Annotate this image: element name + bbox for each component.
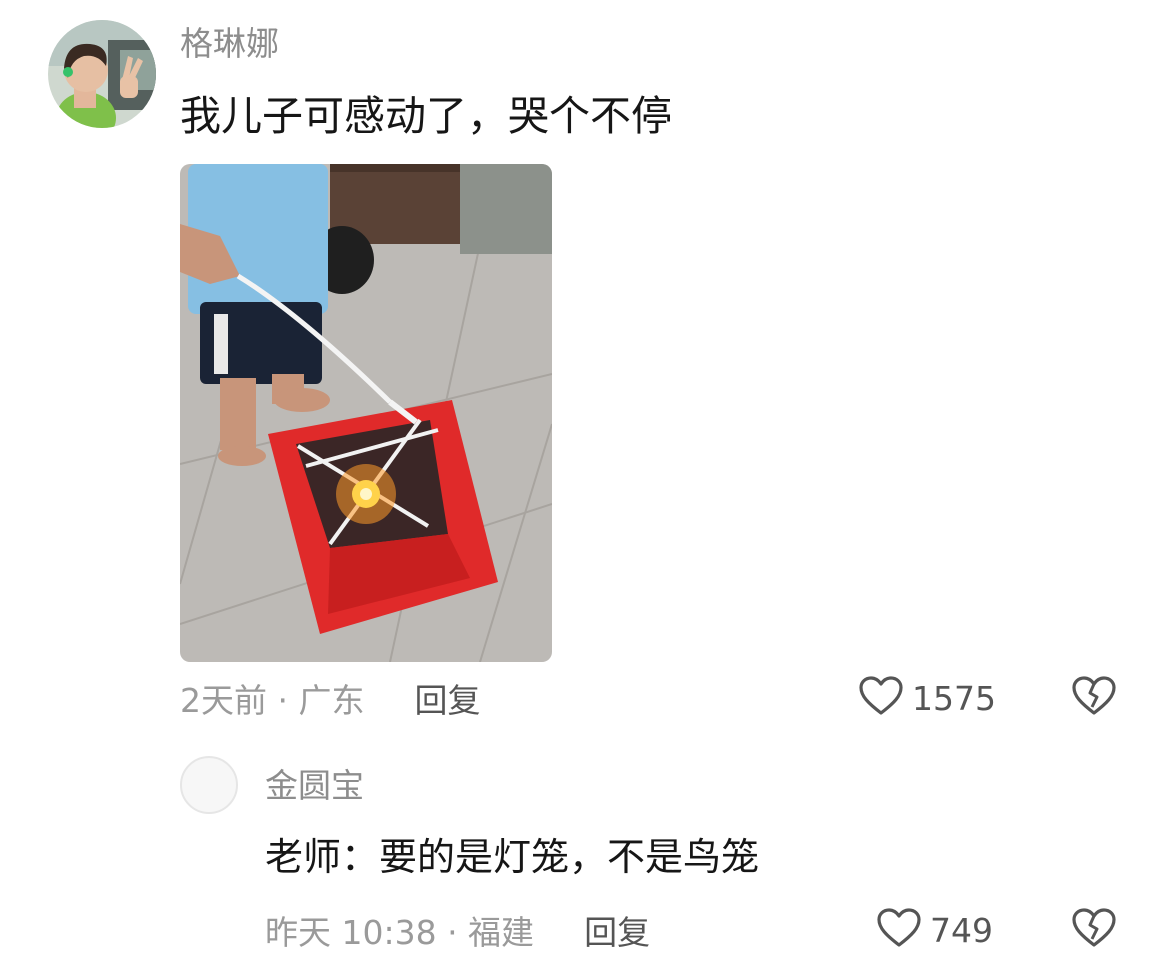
comment-text: 我儿子可感动了，哭个不停: [180, 92, 672, 140]
comment-meta: 2天前 · 广东 回复: [180, 674, 480, 722]
reply-like-button[interactable]: 749: [876, 906, 993, 954]
reply-user-avatar[interactable]: [180, 756, 238, 814]
reply-meta: 昨天 10:38 · 福建 回复: [265, 906, 650, 954]
like-button[interactable]: 1575: [858, 674, 996, 722]
lantern-photo-image: [180, 164, 552, 662]
reply-time-location: 昨天 10:38 · 福建: [265, 913, 535, 952]
reply-like-count: 749: [930, 910, 993, 950]
reply-text: 老师：要的是灯笼，不是鸟笼: [265, 835, 760, 879]
comment-image[interactable]: [180, 164, 552, 662]
reply-button[interactable]: 回复: [414, 674, 480, 722]
reply-dislike-button[interactable]: [1070, 906, 1118, 954]
comment-username[interactable]: 格琳娜: [180, 20, 279, 68]
comment-time-location: 2天前 · 广东: [180, 681, 365, 720]
like-count: 1575: [912, 678, 996, 718]
heart-outline-icon: [876, 907, 922, 953]
reply-reply-button[interactable]: 回复: [584, 906, 650, 954]
heart-outline-icon: [858, 675, 904, 721]
avatar-photo: [48, 20, 156, 128]
dislike-button[interactable]: [1070, 674, 1118, 722]
broken-heart-icon: [1071, 907, 1117, 953]
user-avatar[interactable]: [48, 20, 156, 128]
reply-username[interactable]: 金圆宝: [265, 762, 364, 810]
broken-heart-icon: [1071, 675, 1117, 721]
